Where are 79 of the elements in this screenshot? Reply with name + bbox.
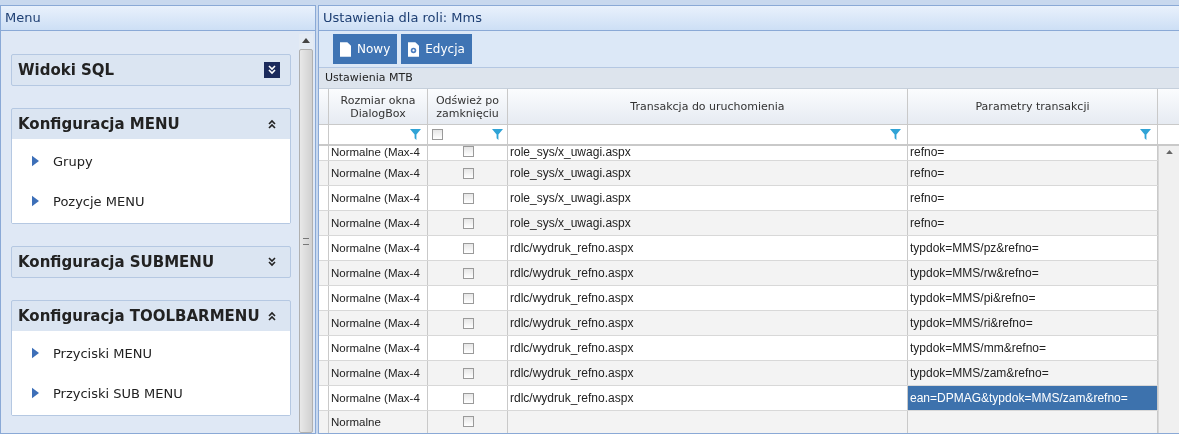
checkbox[interactable]: [463, 217, 474, 229]
table-cell: Normalne (Max-4: [331, 392, 420, 404]
table-cell: Normalne (Max-4: [331, 167, 420, 179]
table-cell: rdlc/wydruk_refno.aspx: [510, 241, 634, 255]
section-title[interactable]: Widoki SQL: [18, 61, 115, 79]
table-cell: rdlc/wydruk_refno.aspx: [510, 391, 634, 405]
scrollbar[interactable]: [299, 34, 313, 433]
scroll-up-icon[interactable]: [302, 38, 310, 43]
triangle-icon: [32, 347, 39, 359]
menu-item[interactable]: Grupy: [12, 141, 290, 181]
panel-title: Ustawienia dla roli: Mms: [319, 6, 1179, 31]
table-cell: role_sys/x_uwagi.aspx: [510, 146, 631, 159]
column-header[interactable]: Parametry transakcji: [908, 89, 1158, 124]
table-cell: Normalne (Max-4: [331, 367, 420, 379]
table-cell: refno=: [910, 166, 945, 180]
table-cell: role_sys/x_uwagi.aspx: [510, 191, 631, 205]
table-cell: typdok=MMS/pi&refno=: [910, 291, 1036, 305]
scrollbar[interactable]: [1158, 146, 1179, 433]
table-cell: rdlc/wydruk_refno.aspx: [510, 266, 634, 280]
section-title[interactable]: Konfiguracja TOOLBARMENU: [18, 307, 260, 325]
table-cell: typdok=MMS/zam&refno=: [910, 366, 1049, 380]
table-cell: rdlc/wydruk_refno.aspx: [510, 291, 634, 305]
table-cell: Normalne (Max-4: [331, 146, 420, 159]
column-header[interactable]: Transakcja do uruchomienia: [508, 89, 908, 124]
table-cell: ean=DPMAG&typdok=MMS/zam&refno=: [910, 391, 1128, 405]
section-title[interactable]: Konfiguracja MENU: [18, 115, 180, 133]
table-cell: Normalne (Max-4: [331, 192, 420, 204]
table-cell: Normalne (Max-4: [331, 342, 420, 354]
checkbox[interactable]: [463, 292, 474, 304]
table-cell: rdlc/wydruk_refno.aspx: [510, 341, 634, 355]
table-cell: typdok=MMS/mm&refno=: [910, 341, 1047, 355]
filter-icon[interactable]: [492, 129, 503, 140]
table-cell: Normalne (Max-4: [331, 292, 420, 304]
filter-icon[interactable]: [890, 129, 901, 140]
table-cell: refno=: [910, 191, 945, 205]
menu-item[interactable]: Pozycje MENU: [12, 181, 290, 221]
column-header[interactable]: Odśwież po zamknięciu: [428, 89, 508, 124]
table-cell: rdlc/wydruk_refno.aspx: [510, 366, 634, 380]
table-cell: rdlc/wydruk_refno.aspx: [510, 316, 634, 330]
table-cell: typdok=MMS/ri&refno=: [910, 316, 1033, 330]
checkbox[interactable]: [463, 416, 474, 427]
checkbox[interactable]: [463, 367, 474, 379]
toolbar-button[interactable]: Nowy: [333, 34, 398, 64]
checkbox[interactable]: [463, 267, 474, 279]
table-cell: refno=: [910, 216, 945, 230]
document-icon: [340, 41, 351, 57]
checkbox[interactable]: [463, 146, 474, 157]
triangle-icon: [32, 387, 39, 399]
checkbox[interactable]: [432, 129, 443, 140]
checkbox[interactable]: [463, 317, 474, 329]
toolbar-button[interactable]: Edycja: [401, 34, 472, 64]
table-cell: typdok=MMS/pz&refno=: [910, 241, 1039, 255]
checkbox[interactable]: [463, 167, 474, 179]
table-cell: typdok=MMS/rw&refno=: [910, 266, 1039, 280]
triangle-icon: [32, 195, 39, 207]
table-cell: Normalne: [331, 416, 381, 428]
chevron-icon[interactable]: [264, 62, 280, 78]
checkbox[interactable]: [463, 192, 474, 204]
table-cell: Normalne (Max-4: [331, 242, 420, 254]
filter-icon[interactable]: [410, 129, 421, 140]
checkbox[interactable]: [463, 392, 474, 404]
table-cell: role_sys/x_uwagi.aspx: [510, 216, 631, 230]
grid-caption: Ustawienia MTB: [319, 68, 1179, 89]
table-cell: role_sys/x_uwagi.aspx: [510, 166, 631, 180]
triangle-icon: [32, 155, 39, 167]
table-cell: Normalne (Max-4: [331, 217, 420, 229]
panel-title: Menu: [1, 6, 315, 31]
checkbox[interactable]: [463, 342, 474, 354]
menu-item[interactable]: Przyciski SUB MENU: [12, 373, 290, 413]
column-header[interactable]: Rozmiar okna DialogBox: [329, 89, 428, 124]
menu-item[interactable]: Przyciski MENU: [12, 333, 290, 373]
table-cell: refno=: [910, 146, 945, 159]
filter-icon[interactable]: [1140, 129, 1151, 140]
table-cell: Normalne (Max-4: [331, 317, 420, 329]
section-title[interactable]: Konfiguracja SUBMENU: [18, 253, 215, 271]
document-gear-icon: [408, 41, 420, 57]
table-cell: Normalne (Max-4: [331, 267, 420, 279]
checkbox[interactable]: [463, 242, 474, 254]
scroll-up-icon[interactable]: [1165, 150, 1173, 154]
